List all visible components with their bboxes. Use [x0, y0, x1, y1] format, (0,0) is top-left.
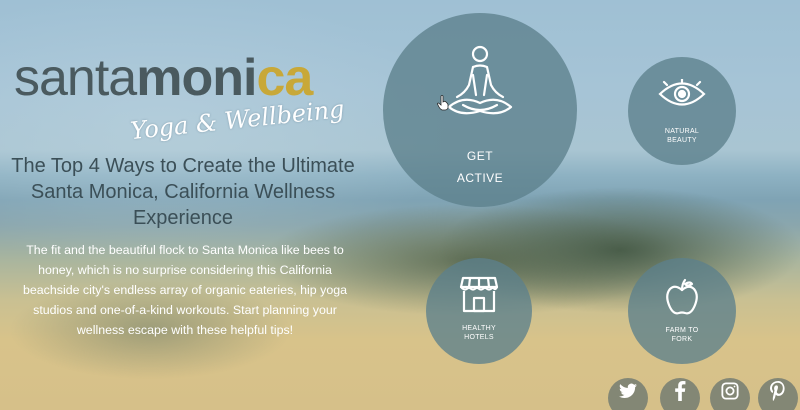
- get-active-label: GET ACTIVE: [383, 145, 577, 189]
- instagram-icon: [721, 382, 739, 400]
- get-active-line1: GET: [466, 149, 494, 163]
- twitter-icon: [619, 383, 637, 399]
- healthy-hotels-line1: HEALTHY: [462, 325, 496, 332]
- pinterest-icon: [770, 381, 785, 401]
- page-headline: The Top 4 Ways to Create the Ultimate Sa…: [11, 155, 355, 229]
- get-active-button[interactable]: GET ACTIVE: [383, 13, 577, 207]
- natural-beauty-line1: NATURAL: [664, 128, 700, 135]
- get-active-line2: ACTIVE: [456, 171, 504, 185]
- storefront-icon: [459, 276, 499, 313]
- twitter-button[interactable]: [608, 378, 648, 410]
- natural-beauty-line2: BEAUTY: [667, 137, 697, 145]
- farm-to-fork-button[interactable]: FARM TO FORK: [628, 258, 736, 364]
- farm-to-fork-label: FARM TO FORK: [628, 326, 736, 344]
- eye-icon: [658, 79, 706, 106]
- intro-paragraph: The fit and the beautiful flock to Santa…: [22, 243, 347, 337]
- hand-cursor-icon: [437, 95, 449, 111]
- healthy-hotels-label: HEALTHY HOTELS: [426, 324, 532, 342]
- logo-moni: moni: [136, 49, 257, 107]
- instagram-button[interactable]: [710, 378, 750, 410]
- logo-wordmark: santamonica: [14, 52, 344, 104]
- farm-to-fork-line2: FORK: [671, 336, 693, 344]
- meditation-icon: [447, 45, 513, 115]
- facebook-icon: [675, 381, 686, 401]
- farm-to-fork-line1: FARM TO: [665, 327, 699, 334]
- healthy-hotels-line2: HOTELS: [464, 334, 494, 342]
- natural-beauty-button[interactable]: NATURAL BEAUTY: [628, 57, 736, 165]
- pinterest-button[interactable]: [758, 378, 798, 410]
- apple-icon: [666, 278, 698, 315]
- natural-beauty-label: NATURAL BEAUTY: [628, 127, 736, 145]
- logo-santa: santa: [14, 49, 137, 107]
- santa-monica-logo: santamonica Yoga & Wellbeing: [14, 52, 346, 145]
- healthy-hotels-button[interactable]: HEALTHY HOTELS: [426, 258, 532, 364]
- facebook-button[interactable]: [660, 378, 700, 410]
